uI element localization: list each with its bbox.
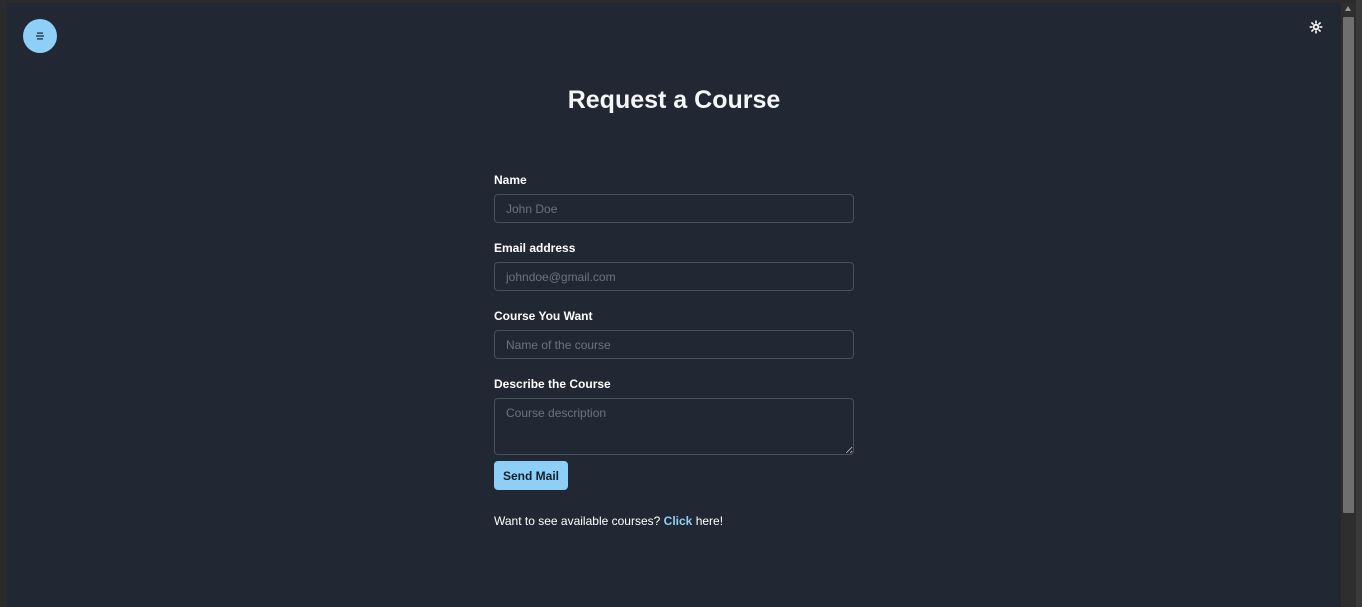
browser-frame: Request a Course Name Email address Cour… <box>0 0 1362 607</box>
vertical-scrollbar[interactable] <box>1341 3 1356 607</box>
available-courses-prompt: Want to see available courses? <box>494 514 661 528</box>
course-label: Course You Want <box>494 309 593 323</box>
theme-toggle-button[interactable] <box>1306 19 1326 39</box>
description-group: Describe the Course <box>494 377 854 455</box>
page-content: Request a Course Name Email address Cour… <box>7 3 1341 607</box>
description-label: Describe the Course <box>494 377 611 391</box>
click-here-link[interactable]: Click <box>664 514 693 528</box>
name-group: Name <box>494 173 854 223</box>
available-courses-line: Want to see available courses? Click her… <box>494 514 723 528</box>
available-courses-suffix: here! <box>695 514 724 528</box>
course-name-input[interactable] <box>494 330 854 359</box>
window-edge <box>1356 0 1362 607</box>
course-description-textarea[interactable] <box>494 398 854 455</box>
scroll-up-arrow-icon[interactable] <box>1345 6 1351 11</box>
course-group: Course You Want <box>494 309 854 359</box>
menu-button[interactable] <box>23 19 57 53</box>
email-input[interactable] <box>494 262 854 291</box>
scrollbar-thumb[interactable] <box>1343 17 1354 513</box>
page-title: Request a Course <box>567 86 781 114</box>
email-group: Email address <box>494 241 854 291</box>
name-label: Name <box>494 173 527 187</box>
sun-gear-icon <box>1309 20 1323 39</box>
send-mail-button[interactable]: Send Mail <box>494 461 568 490</box>
menu-lines-icon <box>35 32 45 40</box>
name-input[interactable] <box>494 194 854 223</box>
course-request-form: Name Email address Course You Want Descr… <box>494 173 854 528</box>
email-label: Email address <box>494 241 576 255</box>
